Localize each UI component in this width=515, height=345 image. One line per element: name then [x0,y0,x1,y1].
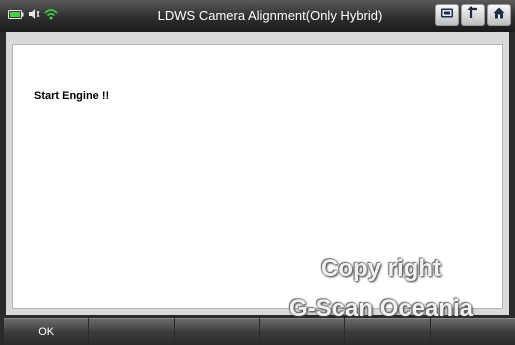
title-bar: LDWS Camera Alignment(Only Hybrid) [0,0,515,32]
softkey-5[interactable] [345,318,430,345]
speaker-icon [28,7,40,25]
softkey-6[interactable] [430,318,515,345]
screenshot-button[interactable] [435,4,459,26]
back-button[interactable] [461,4,485,26]
softkey-3[interactable] [174,318,259,345]
softkey-2[interactable] [89,318,174,345]
message-panel: Start Engine !! [12,44,503,309]
ok-button[interactable]: OK [4,318,89,345]
status-icons [8,8,58,24]
battery-icon [8,7,24,25]
page-title: LDWS Camera Alignment(Only Hybrid) [157,8,383,23]
instruction-message: Start Engine !! [34,90,110,102]
screenshot-icon [440,6,454,24]
wifi-icon [44,7,58,25]
softkey-4[interactable] [259,318,345,345]
home-icon [493,6,505,24]
back-icon [467,6,479,24]
nav-buttons [435,4,511,26]
softkey-bar: OK [4,318,515,345]
home-button[interactable] [487,4,511,26]
